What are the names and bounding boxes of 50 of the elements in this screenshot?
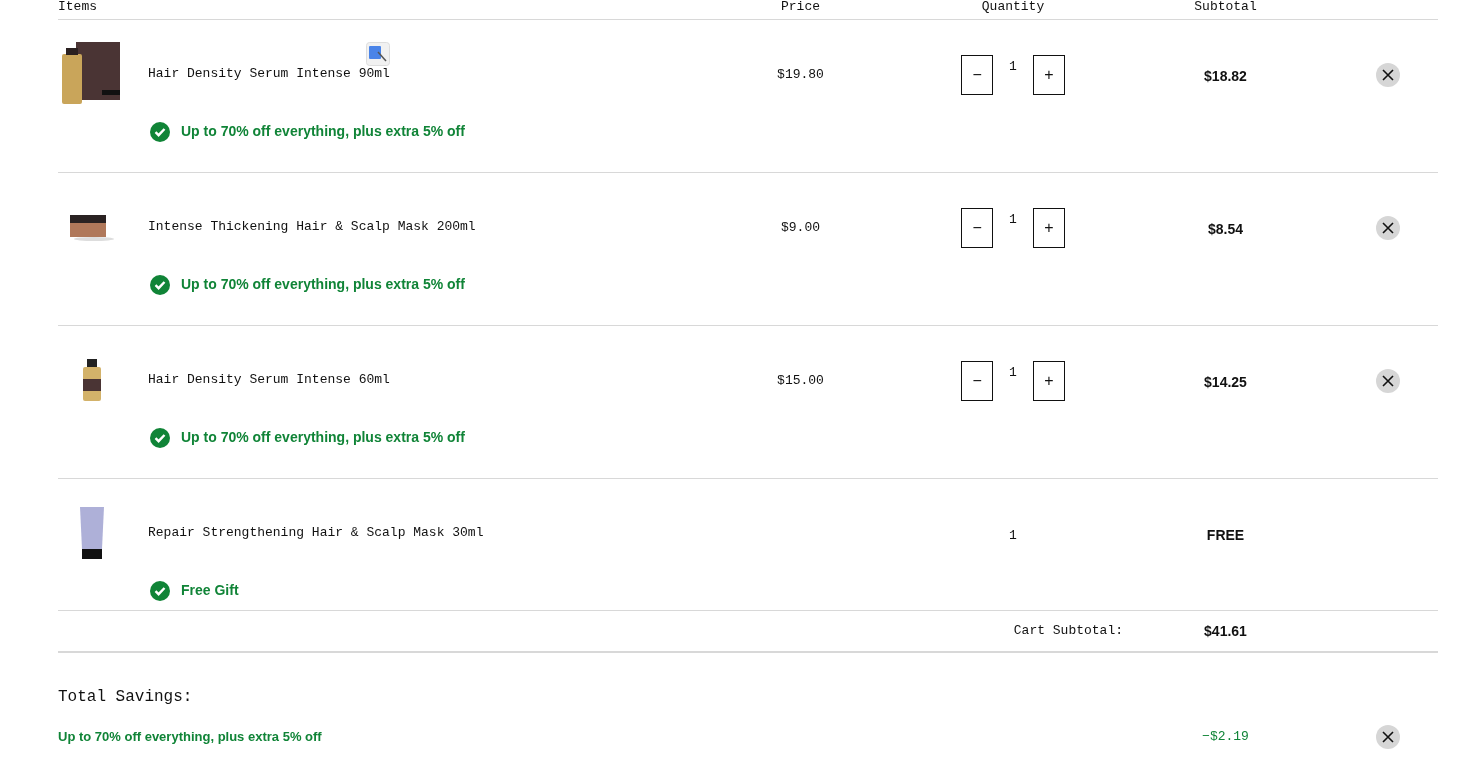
check-circle-icon [150,580,170,601]
subtotal-text: $18.82 [1204,67,1247,84]
jar-photo [70,213,114,241]
decrease-button[interactable]: − [961,361,994,401]
product-name[interactable]: Hair Density Serum Intense 60ml [148,372,390,387]
promo-text: Free Gift [181,581,239,600]
increase-button[interactable]: + [1032,361,1065,401]
column-header: Subtotal [1194,0,1257,14]
cart-subtotal-label: Cart Subtotal: [1013,622,1123,641]
remove-button[interactable] [1376,725,1400,749]
remove-button[interactable] [1376,216,1400,240]
quantity-text: 1 [1009,364,1017,382]
subtotal-text: FREE [1206,526,1245,543]
check-circle-icon [150,121,170,142]
promo-text: Up to 70% off everything, plus extra 5% off [181,275,465,294]
product-name[interactable]: Hair Density Serum Intense 90ml [148,66,390,81]
close-icon [1382,731,1394,743]
quantity-text: 1 [1009,527,1017,545]
promo-text: Up to 70% off everything, plus extra 5% off [181,122,465,141]
subtotal-text: $8.54 [1207,220,1243,237]
close-icon [1382,375,1394,387]
bottle-photo [83,359,101,401]
savings-title: Total Savings: [58,687,194,708]
increase-button[interactable]: + [1032,208,1065,248]
price-text: $9.00 [781,219,820,236]
quantity-text: 1 [1009,58,1017,76]
decrease-button[interactable]: − [961,55,994,95]
cart-subtotal-value: $41.61 [1204,621,1247,641]
remove-button[interactable] [1376,63,1400,87]
product-name[interactable]: Intense Thickening Hair & Scalp Mask 200ml [148,219,476,234]
subtotal-text: $14.25 [1204,373,1247,390]
remove-button[interactable] [1376,369,1400,393]
price-text: $15.00 [777,372,824,389]
check-circle-icon [150,274,170,295]
translate-icon[interactable] [366,42,390,66]
price-text: $19.80 [777,66,824,83]
column-header: Quantity [981,0,1045,14]
check-circle-icon [150,427,170,448]
product-name[interactable]: Repair Strengthening Hair & Scalp Mask 30ml [148,525,484,540]
tube-photo [80,507,104,559]
close-icon [1382,222,1394,234]
increase-button[interactable]: + [1032,55,1065,95]
savings-value: −$2.19 [1202,728,1249,747]
column-header: Price [781,0,820,14]
close-icon [1382,69,1394,81]
savings-label: Up to 70% off everything, plus extra 5% off [58,728,323,747]
promo-text: Up to 70% off everything, plus extra 5% off [181,428,465,447]
quantity-text: 1 [1009,211,1017,229]
column-header: Items [58,0,98,14]
decrease-button[interactable]: − [961,208,994,248]
